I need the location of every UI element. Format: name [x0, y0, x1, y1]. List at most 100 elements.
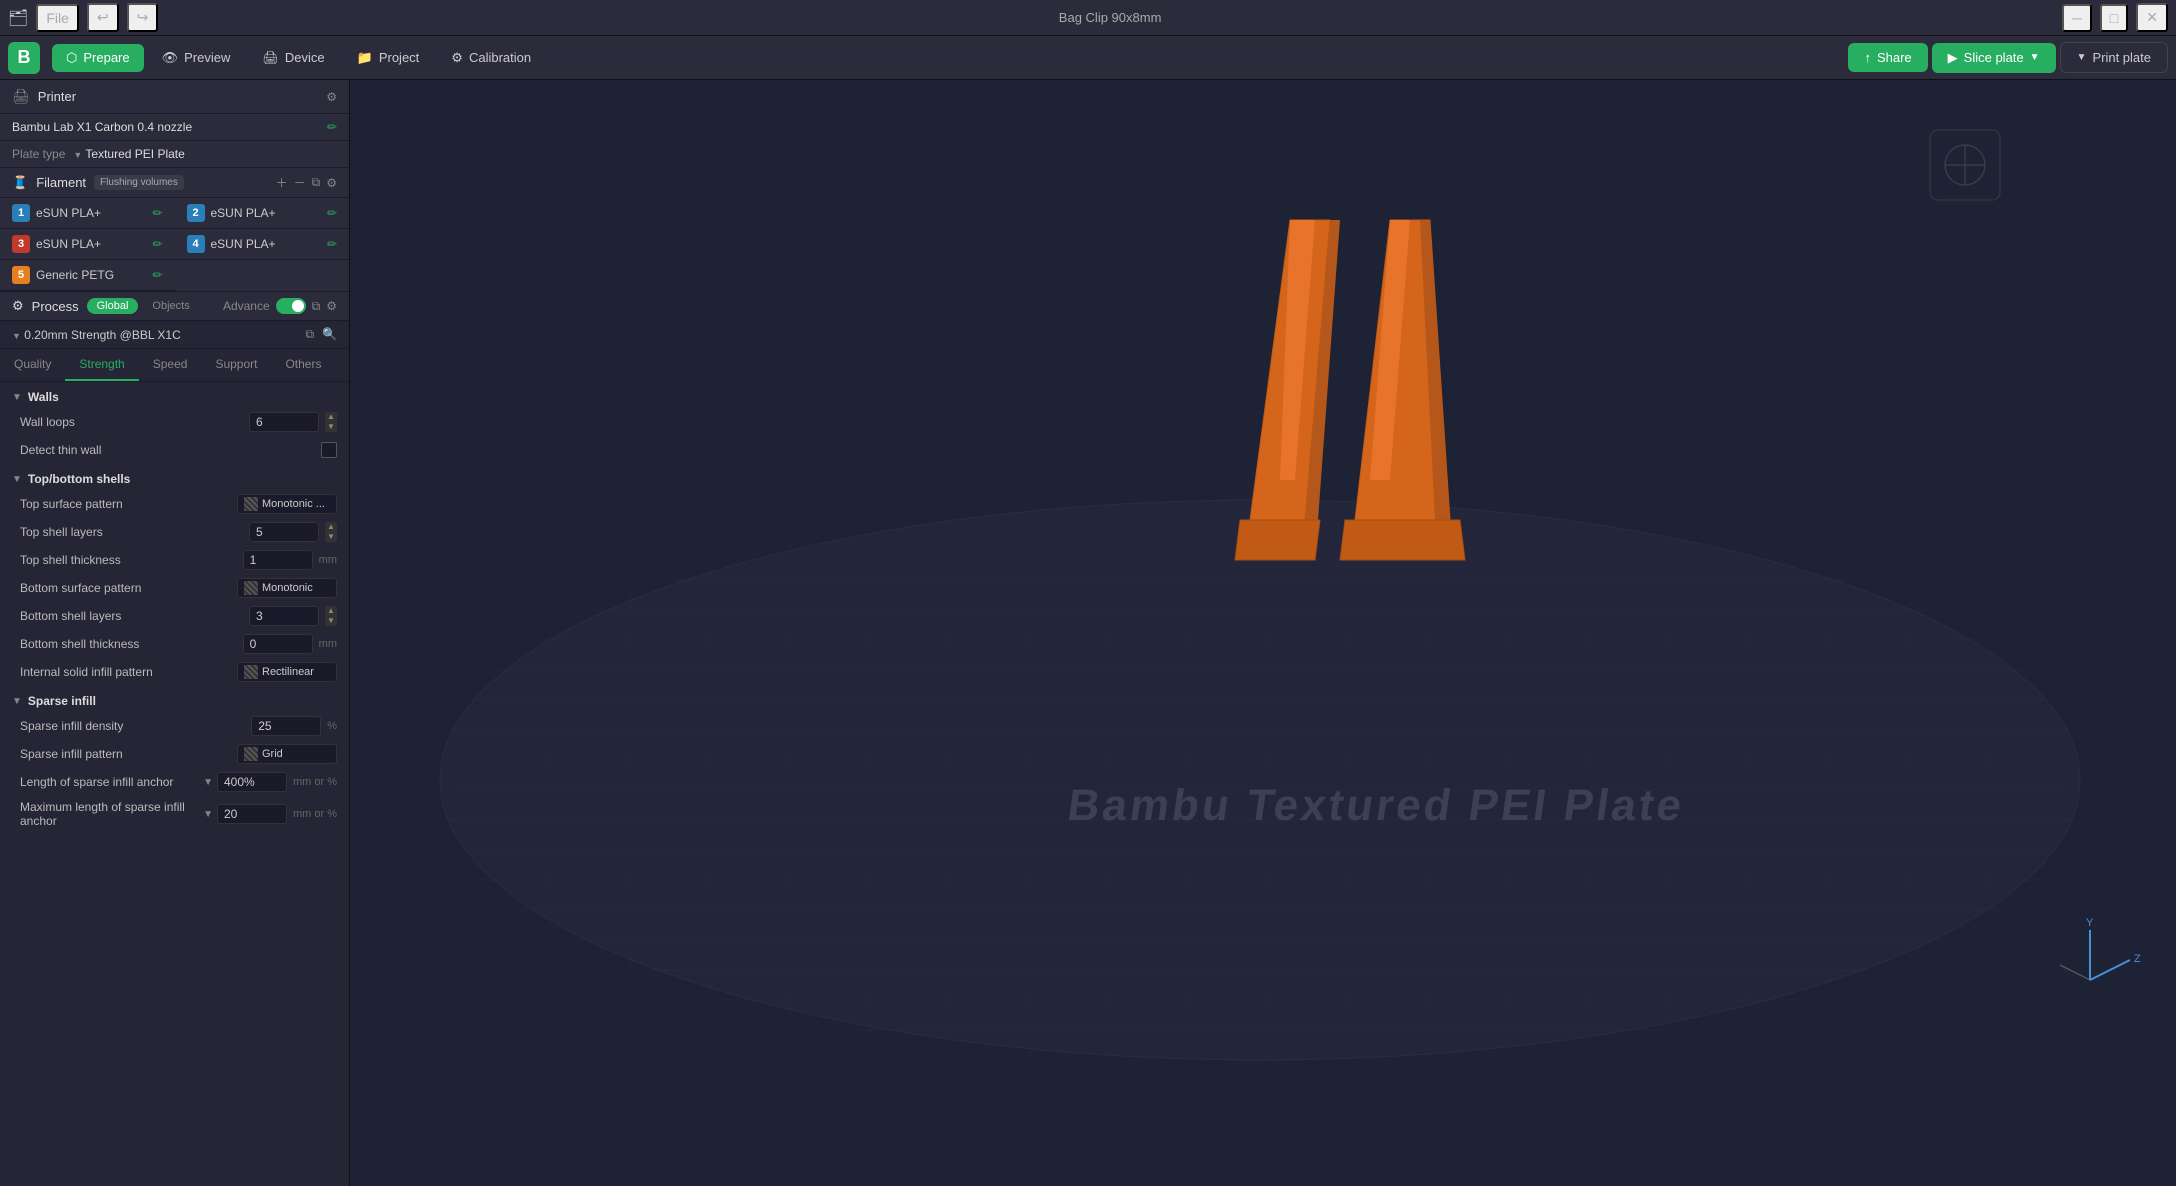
tab-speed[interactable]: Speed	[139, 349, 202, 381]
printer-label: Printer	[38, 89, 76, 104]
add-filament-btn[interactable]: ＋	[276, 174, 288, 191]
tab-strength[interactable]: Strength	[65, 349, 138, 381]
redo-btn[interactable]: ↪	[127, 3, 159, 32]
top-surface-pattern-label: Top surface pattern	[20, 497, 237, 511]
max-anchor-label: Maximum length of sparse infill anchor	[20, 800, 203, 828]
top-shell-layers-up[interactable]: ▲	[325, 522, 337, 532]
bottom-shell-thickness-input[interactable]	[243, 634, 313, 654]
detect-thin-wall-checkbox[interactable]	[321, 442, 337, 458]
max-anchor-row: Maximum length of sparse infill anchor ▼…	[0, 796, 349, 832]
filament-ext-2[interactable]: ✏	[327, 206, 337, 220]
top-shell-layers-input[interactable]	[249, 522, 319, 542]
detect-thin-wall-row: Detect thin wall	[0, 436, 349, 464]
prepare-icon: ⬡	[66, 50, 77, 66]
top-surface-pattern-dropdown[interactable]: Monotonic ...	[237, 494, 337, 514]
filament-ext-4[interactable]: ✏	[327, 237, 337, 251]
prepare-nav-btn[interactable]: ⬡ Prepare	[52, 44, 144, 72]
slice-plate-button[interactable]: ▶ Slice plate ▼	[1932, 43, 2056, 73]
process-icon: ⚙	[12, 298, 24, 314]
bottom-shell-layers-down[interactable]: ▼	[325, 616, 337, 626]
remove-filament-btn[interactable]: －	[294, 174, 306, 191]
max-anchor-input[interactable]	[217, 804, 287, 824]
filament-settings-btn[interactable]: ⚙	[326, 176, 337, 190]
sparse-pattern-dropdown[interactable]: Grid	[237, 744, 337, 764]
share-button[interactable]: ↑ Share	[1848, 43, 1927, 72]
preview-nav-btn[interactable]: 👁 Preview	[148, 44, 245, 72]
filament-item-2[interactable]: 2 eSUN PLA+ ✏	[175, 198, 350, 229]
tab-others[interactable]: Others	[271, 349, 335, 381]
viewport[interactable]: ⬜ ⊞ ✂ ☰ ◉ 📐 ↕ ⚙ 🔧	[350, 80, 2176, 1186]
wall-loops-input[interactable]	[249, 412, 319, 432]
slice-dropdown-icon: ▼	[2030, 52, 2040, 63]
filament-item-3[interactable]: 3 eSUN PLA+ ✏	[0, 229, 175, 260]
minimize-btn[interactable]: ─	[2062, 4, 2092, 32]
bottom-shell-thickness-label: Bottom shell thickness	[20, 637, 243, 651]
wall-loops-down[interactable]: ▼	[325, 422, 337, 432]
bottom-shell-layers-input[interactable]	[249, 606, 319, 626]
print-plate-button[interactable]: ▼ Print plate	[2060, 42, 2168, 73]
bottom-surface-pattern-label: Bottom surface pattern	[20, 581, 237, 595]
tab-objects[interactable]: Objects	[142, 298, 199, 314]
file-menu[interactable]: File	[36, 4, 79, 32]
internal-solid-infill-dropdown[interactable]: Rectilinear	[237, 662, 337, 682]
anchor-length-input[interactable]	[217, 772, 287, 792]
process-settings-btn[interactable]: ⚙	[326, 299, 337, 313]
app-icon: 🗂	[8, 8, 28, 28]
walls-group-header[interactable]: ▼ Walls	[0, 382, 349, 408]
preview-icon: 👁	[162, 50, 179, 66]
filament-section-header: 🧵 Filament Flushing volumes ＋ － ⧉ ⚙	[0, 168, 349, 198]
flushing-badge[interactable]: Flushing volumes	[94, 175, 184, 190]
preset-save-btn[interactable]: ⧉	[305, 327, 314, 342]
tab-support[interactable]: Support	[201, 349, 271, 381]
bottom-shell-thickness-row: Bottom shell thickness mm	[0, 630, 349, 658]
filament-copy-btn[interactable]: ⧉	[312, 175, 321, 190]
calibration-icon: ⚙	[451, 50, 463, 66]
top-shell-layers-label: Top shell layers	[20, 525, 249, 539]
wall-loops-up[interactable]: ▲	[325, 412, 337, 422]
infill-pattern-icon	[244, 665, 258, 679]
printer-name: Bambu Lab X1 Carbon 0.4 nozzle	[12, 120, 192, 134]
process-compare-btn[interactable]: ⧉	[312, 299, 321, 314]
undo-btn[interactable]: ↩	[87, 3, 119, 32]
bottom-surface-pattern-dropdown[interactable]: Monotonic	[237, 578, 337, 598]
sparse-density-input[interactable]	[251, 716, 321, 736]
filament-ext-1[interactable]: ✏	[152, 206, 162, 220]
sparse-density-unit: %	[327, 720, 337, 732]
sparse-infill-group-header[interactable]: ▼ Sparse infill	[0, 686, 349, 712]
printer-settings-icon[interactable]: ⚙	[326, 90, 337, 104]
advance-label: Advance	[223, 299, 270, 313]
advance-toggle[interactable]	[276, 298, 306, 314]
close-btn[interactable]: ✕	[2136, 3, 2168, 32]
top-bottom-group-header[interactable]: ▼ Top/bottom shells	[0, 464, 349, 490]
top-shell-layers-down[interactable]: ▼	[325, 532, 337, 542]
process-tabs: Quality Strength Speed Support Others	[0, 349, 349, 382]
tab-global[interactable]: Global	[87, 298, 139, 314]
filament-ext-5[interactable]: ✏	[152, 268, 162, 282]
maximize-btn[interactable]: □	[2100, 4, 2128, 32]
bottom-shell-layers-up[interactable]: ▲	[325, 606, 337, 616]
printer-section-header[interactable]: 🖨 Printer ⚙	[0, 80, 349, 114]
plate-type-value[interactable]: ▼ Textured PEI Plate	[73, 147, 184, 161]
sparse-infill-group-label: Sparse infill	[28, 694, 96, 708]
filament-item-4[interactable]: 4 eSUN PLA+ ✏	[175, 229, 350, 260]
filament-ext-3[interactable]: ✏	[152, 237, 162, 251]
tab-quality[interactable]: Quality	[0, 349, 65, 381]
filament-item-1[interactable]: 1 eSUN PLA+ ✏	[0, 198, 175, 229]
bottom-surface-pattern-value: Monotonic	[262, 582, 313, 594]
sparse-density-label: Sparse infill density	[20, 719, 251, 733]
top-surface-pattern-row: Top surface pattern Monotonic ...	[0, 490, 349, 518]
filament-item-5[interactable]: 5 Generic PETG ✏	[0, 260, 175, 291]
calibration-nav-btn[interactable]: ⚙ Calibration	[437, 44, 545, 72]
filament-label: Filament	[36, 175, 86, 190]
top-shell-thickness-input[interactable]	[243, 550, 313, 570]
svg-text:Z: Z	[2134, 953, 2141, 965]
preset-search-btn[interactable]: 🔍	[322, 327, 337, 342]
device-nav-btn[interactable]: 🖨 Device	[248, 44, 338, 72]
printer-edit-link[interactable]: ✏	[327, 120, 337, 134]
process-section-header: ⚙ Process Global Objects Advance ⧉ ⚙	[0, 292, 349, 321]
project-nav-btn[interactable]: 📁 Project	[343, 44, 434, 72]
plate-watermark-text: Bambu Textured PEI Plate	[1065, 781, 1688, 830]
top-shell-thickness-row: Top shell thickness mm	[0, 546, 349, 574]
project-icon: 📁	[357, 50, 373, 66]
internal-solid-infill-row: Internal solid infill pattern Rectilinea…	[0, 658, 349, 686]
